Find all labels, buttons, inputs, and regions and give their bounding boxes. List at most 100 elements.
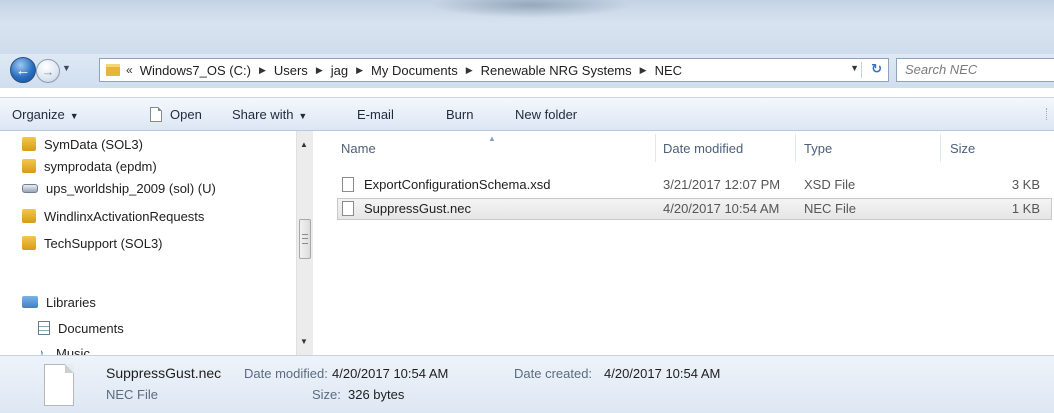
file-date: 4/20/2017 10:54 AM bbox=[663, 201, 780, 216]
sidebar-item-label: Libraries bbox=[46, 294, 96, 310]
new-folder-button[interactable]: New folder bbox=[515, 107, 577, 122]
sidebar-item-label: WindlinxActivationRequests bbox=[44, 208, 205, 224]
file-date: 3/21/2017 12:07 PM bbox=[663, 177, 781, 192]
details-pane: SuppressGust.nec NEC File Date modified:… bbox=[0, 355, 1054, 413]
scroll-down-icon[interactable]: ▼ bbox=[300, 337, 308, 346]
organize-label: Organize bbox=[12, 107, 65, 122]
file-icon bbox=[342, 177, 354, 192]
sidebar-item-label: Documents bbox=[58, 320, 124, 336]
chevron-right-icon[interactable]: ▶ bbox=[316, 65, 323, 76]
email-button[interactable]: E-mail bbox=[357, 107, 394, 122]
sort-ascending-icon: ▲ bbox=[488, 134, 496, 143]
search-input[interactable]: Search NEC bbox=[896, 58, 1054, 82]
back-button[interactable]: ← bbox=[10, 57, 36, 83]
sidebar-item-libraries[interactable]: Libraries bbox=[22, 291, 96, 313]
sidebar-item-label: SymData (SOL3) bbox=[44, 136, 143, 152]
caret-down-icon: ▼ bbox=[298, 111, 308, 121]
libraries-icon bbox=[22, 296, 38, 308]
share-with-label: Share with bbox=[232, 107, 294, 122]
breadcrumb-item[interactable]: Windows7_OS (C:) bbox=[140, 63, 251, 78]
size-label: Size: bbox=[312, 387, 341, 402]
share-with-button[interactable]: Share with ▼ bbox=[232, 107, 307, 122]
navigation-scrollbar[interactable]: ▲ ▼ bbox=[296, 131, 313, 355]
shared-folder-icon bbox=[22, 236, 36, 250]
network-drive-icon bbox=[22, 183, 38, 193]
date-modified-label: Date modified: bbox=[244, 366, 328, 381]
shared-folder-icon bbox=[22, 209, 36, 223]
chevron-right-icon[interactable]: ▶ bbox=[259, 65, 266, 76]
sidebar-item-label: TechSupport (SOL3) bbox=[44, 235, 163, 251]
date-created-label: Date created: bbox=[514, 366, 593, 381]
column-header-date[interactable]: Date modified bbox=[663, 141, 743, 156]
arrow-right-icon: → bbox=[41, 63, 55, 79]
file-size: 1 KB bbox=[1011, 201, 1040, 216]
music-icon: ♪ bbox=[38, 346, 44, 355]
navigation-pane[interactable]: SymData (SOL3) symprodata (epdm) ups_wor… bbox=[0, 131, 296, 355]
sidebar-item[interactable]: ups_worldship_2009 (sol) (U) bbox=[22, 177, 216, 199]
column-header-type[interactable]: Type bbox=[804, 141, 832, 156]
file-type: NEC File bbox=[804, 201, 857, 216]
burn-button[interactable]: Burn bbox=[446, 107, 473, 122]
file-icon bbox=[342, 201, 354, 216]
sidebar-item[interactable]: symprodata (epdm) bbox=[22, 155, 157, 177]
date-modified-value: 4/20/2017 10:54 AM bbox=[332, 366, 449, 381]
date-created-value: 4/20/2017 10:54 AM bbox=[604, 366, 721, 381]
file-row[interactable]: ExportConfigurationSchema.xsd 3/21/2017 … bbox=[337, 174, 1052, 196]
file-thumbnail-icon bbox=[44, 364, 74, 406]
breadcrumb-item[interactable]: My Documents bbox=[371, 63, 458, 78]
sidebar-item-music[interactable]: ♪ Music bbox=[38, 342, 90, 356]
sidebar-item-documents[interactable]: Documents bbox=[38, 317, 124, 339]
file-name: ExportConfigurationSchema.xsd bbox=[364, 177, 551, 192]
forward-button[interactable]: → bbox=[36, 59, 60, 83]
size-value: 326 bytes bbox=[348, 387, 405, 402]
grip-icon bbox=[302, 234, 308, 244]
address-bar[interactable]: « Windows7_OS (C:) ▶ Users ▶ jag ▶ My Do… bbox=[99, 58, 889, 82]
breadcrumb: « Windows7_OS (C:) ▶ Users ▶ jag ▶ My Do… bbox=[126, 63, 682, 78]
open-label: Open bbox=[170, 107, 202, 122]
file-type: XSD File bbox=[804, 177, 856, 192]
sidebar-item[interactable]: SymData (SOL3) bbox=[22, 133, 143, 155]
breadcrumb-item[interactable]: Users bbox=[274, 63, 308, 78]
details-filetype: NEC File bbox=[106, 387, 159, 402]
sidebar-item[interactable]: TechSupport (SOL3) bbox=[22, 232, 163, 254]
column-header-name[interactable]: Name bbox=[341, 141, 376, 156]
organize-button[interactable]: Organize ▼ bbox=[12, 107, 79, 122]
sidebar-item-label: symprodata (epdm) bbox=[44, 158, 157, 174]
documents-icon bbox=[38, 321, 50, 335]
refresh-icon[interactable]: ↻ bbox=[871, 61, 882, 77]
recent-pages-dropdown[interactable]: ▼ bbox=[62, 63, 71, 73]
breadcrumb-item[interactable]: jag bbox=[331, 63, 348, 78]
file-size: 3 KB bbox=[1011, 177, 1040, 192]
open-button[interactable]: Open bbox=[150, 107, 202, 122]
arrow-left-icon: ← bbox=[15, 61, 31, 79]
chevron-right-icon[interactable]: ▶ bbox=[640, 65, 647, 76]
file-list: ▲ Name Date modified Type Size ExportCon… bbox=[313, 131, 1054, 355]
breadcrumb-item[interactable]: NEC bbox=[655, 63, 682, 78]
breadcrumb-item[interactable]: Renewable NRG Systems bbox=[481, 63, 632, 78]
address-history-dropdown[interactable]: ▼ bbox=[850, 63, 859, 73]
scroll-up-icon[interactable]: ▲ bbox=[300, 140, 308, 149]
command-bar: Organize ▼ Open Share with ▼ E-mail Burn N… bbox=[0, 97, 1054, 131]
sidebar-item[interactable]: WindlinxActivationRequests bbox=[22, 205, 204, 227]
shared-folder-icon bbox=[22, 137, 36, 151]
breadcrumb-overflow[interactable]: « bbox=[126, 63, 133, 77]
column-divider[interactable] bbox=[940, 134, 941, 162]
sidebar-item-label: Music bbox=[56, 345, 90, 356]
document-icon bbox=[150, 107, 162, 122]
chevron-right-icon[interactable]: ▶ bbox=[466, 65, 473, 76]
folder-icon bbox=[106, 64, 120, 76]
column-divider[interactable] bbox=[795, 134, 796, 162]
column-header-size[interactable]: Size bbox=[950, 141, 975, 156]
sidebar-item-label: ups_worldship_2009 (sol) (U) bbox=[46, 180, 216, 196]
file-row[interactable]: SuppressGust.nec 4/20/2017 10:54 AM NEC … bbox=[337, 198, 1052, 220]
background-blur bbox=[430, 0, 630, 18]
shared-folder-icon bbox=[22, 159, 36, 173]
chevron-right-icon[interactable]: ▶ bbox=[356, 65, 363, 76]
column-divider[interactable] bbox=[655, 134, 656, 162]
divider bbox=[861, 62, 862, 78]
grip-icon bbox=[1046, 108, 1051, 120]
file-name: SuppressGust.nec bbox=[364, 201, 471, 216]
caret-down-icon: ▼ bbox=[69, 111, 79, 121]
window-title-area bbox=[0, 0, 1054, 54]
scrollbar-thumb[interactable] bbox=[299, 219, 311, 259]
